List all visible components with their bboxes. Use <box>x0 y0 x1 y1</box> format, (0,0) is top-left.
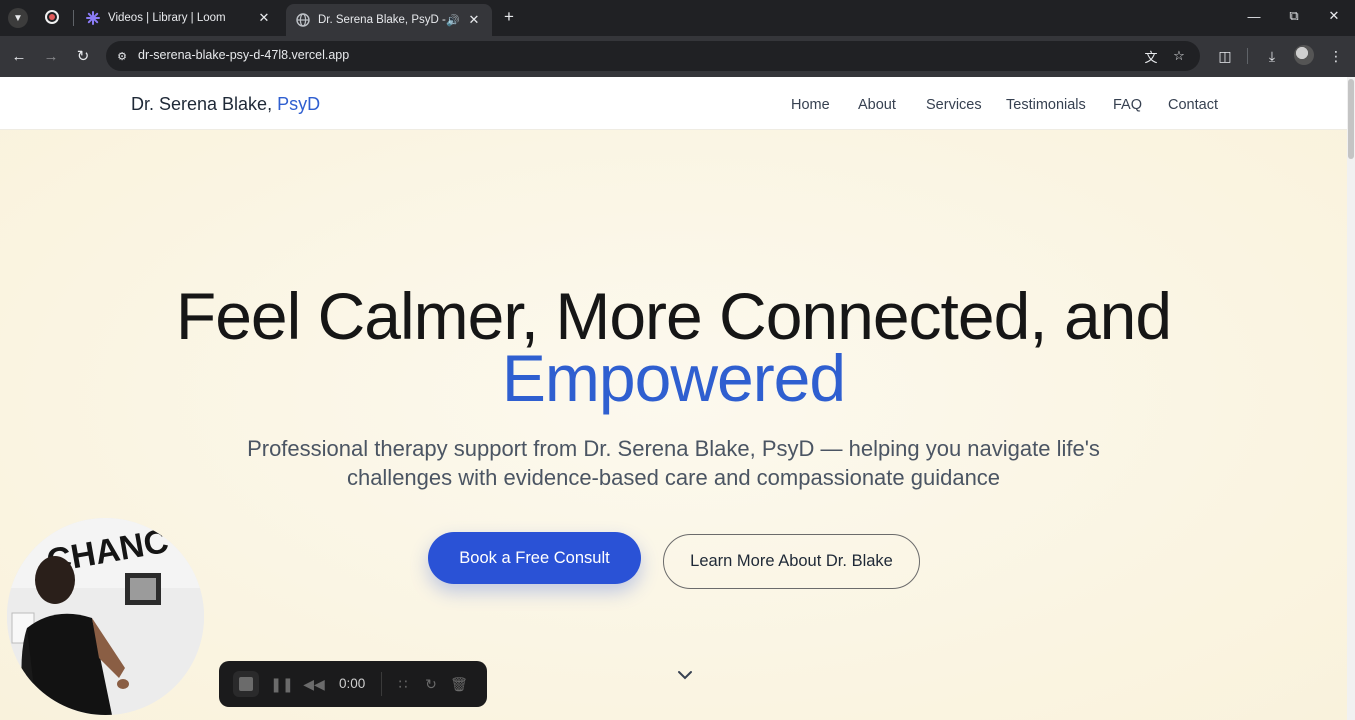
reload-icon[interactable]: ↻ <box>72 45 94 67</box>
tab-separator <box>73 10 74 26</box>
restart-icon[interactable]: ↻ <box>421 674 441 694</box>
close-icon[interactable]: ✕ <box>256 10 272 26</box>
restore-icon[interactable]: ⧉ <box>1284 6 1304 26</box>
learn-more-button[interactable]: Learn More About Dr. Blake <box>663 534 920 589</box>
loom-icon <box>86 11 100 25</box>
hero-headline-accent: Empowered <box>501 341 846 415</box>
book-consult-button[interactable]: Book a Free Consult <box>428 532 641 584</box>
globe-icon <box>296 13 310 27</box>
grid-icon[interactable]: ∷ <box>393 674 413 694</box>
site-info-icon[interactable]: ⚙ <box>114 48 130 64</box>
stop-recording-button[interactable] <box>233 671 259 697</box>
chevron-down-icon: ▼ <box>13 12 23 24</box>
site-brand[interactable]: Dr. Serena Blake, PsyD <box>131 94 320 115</box>
tab-title: Dr. Serena Blake, PsyD - Lice <box>318 14 446 26</box>
nav-about[interactable]: About <box>858 97 896 113</box>
page-scrollbar[interactable] <box>1347 77 1355 720</box>
tab-strip: ▼ Videos | Library | Loom ✕ Dr. Serena B… <box>0 0 1355 36</box>
trash-icon[interactable]: 🗑 <box>449 674 469 694</box>
nav-testimonials[interactable]: Testimonials <box>1006 97 1086 113</box>
back-icon[interactable]: ← <box>8 45 30 67</box>
nav-faq[interactable]: FAQ <box>1113 97 1142 113</box>
loom-camera-bubble[interactable]: CHANC <box>7 518 204 715</box>
nav-services[interactable]: Services <box>926 97 982 113</box>
loom-recording-controls: ❚❚ ◀◀ 0:00 ∷ ↻ 🗑 <box>219 661 487 707</box>
hero-subtitle-line2: challenges with evidence-based care and … <box>346 465 1001 490</box>
toolbar-separator <box>1247 48 1248 64</box>
recording-timer: 0:00 <box>339 676 366 691</box>
pause-icon[interactable]: ❚❚ <box>270 674 293 694</box>
forward-icon[interactable]: → <box>40 45 62 67</box>
tab-serena-blake[interactable]: Dr. Serena Blake, PsyD - Lice 🔊 ✕ <box>286 4 492 36</box>
brand-accent: PsyD <box>277 94 321 114</box>
scroll-down-chevron-icon[interactable] <box>676 668 694 682</box>
new-tab-button[interactable]: + <box>500 7 518 26</box>
site-header: Dr. Serena Blake, PsyD Home About Servic… <box>0 77 1347 130</box>
translate-icon[interactable]: 文 <box>1142 47 1160 65</box>
nav-home[interactable]: Home <box>791 97 830 113</box>
profile-avatar[interactable] <box>1294 45 1314 65</box>
address-bar[interactable]: ⚙ dr-serena-blake-psy-d-47l8.vercel.app … <box>106 41 1200 71</box>
recording-icon[interactable] <box>45 10 59 24</box>
tab-loom-library[interactable]: Videos | Library | Loom ✕ <box>76 4 282 32</box>
brand-name: Dr. Serena Blake, <box>131 94 273 114</box>
tab-title: Videos | Library | Loom <box>108 12 226 24</box>
speaker-icon[interactable]: 🔊 <box>446 14 460 27</box>
camera-feed-image: CHANC <box>7 518 204 715</box>
tab-search-button[interactable]: ▼ <box>8 8 28 28</box>
bookmark-star-icon[interactable]: ☆ <box>1170 47 1188 65</box>
nav-contact[interactable]: Contact <box>1168 97 1218 113</box>
scrollbar-thumb[interactable] <box>1348 79 1354 159</box>
close-window-icon[interactable]: ✕ <box>1324 6 1344 26</box>
url-text[interactable]: dr-serena-blake-psy-d-47l8.vercel.app <box>138 48 349 62</box>
stop-icon <box>239 677 253 691</box>
minimize-icon[interactable]: — <box>1244 6 1264 26</box>
menu-icon[interactable]: ⋮ <box>1326 46 1346 66</box>
close-icon[interactable]: ✕ <box>466 12 482 28</box>
rewind-icon[interactable]: ◀◀ <box>303 674 325 694</box>
extensions-icon[interactable]: ◫ <box>1215 46 1235 66</box>
controls-separator <box>381 672 382 696</box>
browser-toolbar: ← → ↻ ⚙ dr-serena-blake-psy-d-47l8.verce… <box>0 36 1355 77</box>
hero-subtitle: Professional therapy support from Dr. Se… <box>247 436 1100 461</box>
download-icon[interactable]: ⤓ <box>1262 46 1282 66</box>
